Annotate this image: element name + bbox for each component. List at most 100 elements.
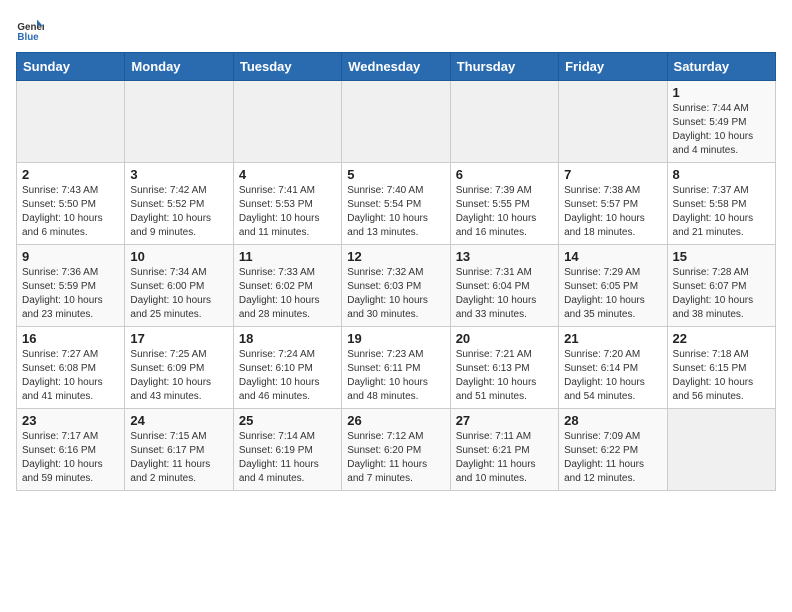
calendar-cell-5-2: 24Sunrise: 7:15 AM Sunset: 6:17 PM Dayli… [125,409,233,491]
day-number: 27 [456,413,553,428]
weekday-header-thursday: Thursday [450,53,558,81]
day-number: 11 [239,249,336,264]
day-number: 13 [456,249,553,264]
week-row-4: 16 Sunrise: 7:27 AM Sunset: 6:08 PM Dayli… [17,327,776,409]
weekday-header-wednesday: Wednesday [342,53,450,81]
day-number: 17 [130,331,227,346]
day-info: Sunrise: 7:37 AM Sunset: 5:58 PM Dayligh… [673,184,770,240]
calendar-cell-5-5: 27 Sunrise: 7:11 AM Sunset: 6:21 PM Dayli… [450,409,558,491]
day-info: Sunrise: 7:32 AM Sunset: 6:03 PM Dayligh… [347,266,444,322]
calendar-cell-1-3 [233,81,341,163]
calendar-cell-1-2 [125,81,233,163]
day-info: Sunrise: 7:33 AM Sunset: 6:02 PM Dayligh… [239,266,336,322]
day-info: Sunrise: 7:23 AM Sunset: 6:11 PM Dayligh… [347,348,444,404]
day-info: Sunrise: 7:21 AM Sunset: 6:13 PM Dayligh… [456,348,553,404]
calendar-cell-3-7: 15 Sunrise: 7:28 AM Sunset: 6:07 PM Dayli… [667,245,775,327]
day-number: 2 [22,167,119,182]
day-info: Sunrise: 7:14 AM Sunset: 6:19 PM Dayligh… [239,430,336,486]
svg-text:Blue: Blue [17,32,39,43]
day-number: 16 [22,331,119,346]
day-info: Sunrise: 7:24 AM Sunset: 6:10 PM Dayligh… [239,348,336,404]
calendar-cell-1-4 [342,81,450,163]
calendar-cell-1-1 [17,81,125,163]
calendar-cell-4-7: 22 Sunrise: 7:18 AM Sunset: 6:15 PM Dayli… [667,327,775,409]
day-number: 20 [456,331,553,346]
day-number: 19 [347,331,444,346]
calendar-cell-2-7: 8 Sunrise: 7:37 AM Sunset: 5:58 PM Daylig… [667,163,775,245]
day-number: 5 [347,167,444,182]
day-number: 25 [239,413,336,428]
day-number: 9 [22,249,119,264]
calendar-cell-1-6 [559,81,667,163]
day-number: 23 [22,413,119,428]
day-info: Sunrise: 7:31 AM Sunset: 6:04 PM Dayligh… [456,266,553,322]
weekday-header-tuesday: Tuesday [233,53,341,81]
calendar-cell-2-1: 2 Sunrise: 7:43 AM Sunset: 5:50 PM Daylig… [17,163,125,245]
day-number: 7 [564,167,661,182]
logo-icon: General Blue [16,16,44,44]
day-info: Sunrise: 7:39 AM Sunset: 5:55 PM Dayligh… [456,184,553,240]
day-info: Sunrise: 7:43 AM Sunset: 5:50 PM Dayligh… [22,184,119,240]
weekday-header-row: SundayMondayTuesdayWednesdayThursdayFrid… [17,53,776,81]
calendar-cell-1-5 [450,81,558,163]
day-number: 22 [673,331,770,346]
day-number: 18 [239,331,336,346]
calendar-cell-3-6: 14 Sunrise: 7:29 AM Sunset: 6:05 PM Dayli… [559,245,667,327]
week-row-5: 23Sunrise: 7:17 AM Sunset: 6:16 PM Dayli… [17,409,776,491]
calendar-cell-2-2: 3 Sunrise: 7:42 AM Sunset: 5:52 PM Daylig… [125,163,233,245]
day-info: Sunrise: 7:28 AM Sunset: 6:07 PM Dayligh… [673,266,770,322]
day-info: Sunrise: 7:20 AM Sunset: 6:14 PM Dayligh… [564,348,661,404]
calendar-cell-4-3: 18 Sunrise: 7:24 AM Sunset: 6:10 PM Dayli… [233,327,341,409]
calendar-cell-3-3: 11 Sunrise: 7:33 AM Sunset: 6:02 PM Dayli… [233,245,341,327]
weekday-header-sunday: Sunday [17,53,125,81]
day-number: 12 [347,249,444,264]
calendar-cell-5-7 [667,409,775,491]
weekday-header-friday: Friday [559,53,667,81]
day-info: Sunrise: 7:29 AM Sunset: 6:05 PM Dayligh… [564,266,661,322]
day-info: Sunrise: 7:36 AM Sunset: 5:59 PM Dayligh… [22,266,119,322]
calendar-cell-4-4: 19 Sunrise: 7:23 AM Sunset: 6:11 PM Dayli… [342,327,450,409]
calendar-cell-5-4: 26 Sunrise: 7:12 AM Sunset: 6:20 PM Dayli… [342,409,450,491]
calendar-cell-2-3: 4Sunrise: 7:41 AM Sunset: 5:53 PM Daylig… [233,163,341,245]
day-info: Sunrise: 7:09 AM Sunset: 6:22 PM Dayligh… [564,430,661,486]
day-number: 26 [347,413,444,428]
day-number: 10 [130,249,227,264]
day-info: Sunrise: 7:27 AM Sunset: 6:08 PM Dayligh… [22,348,119,404]
day-info: Sunrise: 7:18 AM Sunset: 6:15 PM Dayligh… [673,348,770,404]
day-number: 8 [673,167,770,182]
day-info: Sunrise: 7:44 AM Sunset: 5:49 PM Dayligh… [673,102,770,158]
day-number: 21 [564,331,661,346]
calendar-cell-3-2: 10Sunrise: 7:34 AM Sunset: 6:00 PM Dayli… [125,245,233,327]
calendar-cell-5-1: 23Sunrise: 7:17 AM Sunset: 6:16 PM Dayli… [17,409,125,491]
day-number: 1 [673,85,770,100]
calendar-cell-5-3: 25 Sunrise: 7:14 AM Sunset: 6:19 PM Dayli… [233,409,341,491]
day-number: 6 [456,167,553,182]
day-number: 3 [130,167,227,182]
calendar-table: SundayMondayTuesdayWednesdayThursdayFrid… [16,52,776,491]
weekday-header-saturday: Saturday [667,53,775,81]
day-info: Sunrise: 7:41 AM Sunset: 5:53 PM Dayligh… [239,184,336,240]
calendar-cell-4-2: 17 Sunrise: 7:25 AM Sunset: 6:09 PM Dayli… [125,327,233,409]
day-number: 24 [130,413,227,428]
calendar-cell-2-6: 7 Sunrise: 7:38 AM Sunset: 5:57 PM Daylig… [559,163,667,245]
calendar-cell-4-5: 20 Sunrise: 7:21 AM Sunset: 6:13 PM Dayli… [450,327,558,409]
day-info: Sunrise: 7:11 AM Sunset: 6:21 PM Dayligh… [456,430,553,486]
week-row-1: 1 Sunrise: 7:44 AM Sunset: 5:49 PM Daylig… [17,81,776,163]
calendar-cell-3-1: 9 Sunrise: 7:36 AM Sunset: 5:59 PM Daylig… [17,245,125,327]
day-number: 14 [564,249,661,264]
calendar-cell-4-1: 16 Sunrise: 7:27 AM Sunset: 6:08 PM Dayli… [17,327,125,409]
calendar-cell-5-6: 28 Sunrise: 7:09 AM Sunset: 6:22 PM Dayli… [559,409,667,491]
calendar-cell-3-5: 13 Sunrise: 7:31 AM Sunset: 6:04 PM Dayli… [450,245,558,327]
calendar-cell-4-6: 21 Sunrise: 7:20 AM Sunset: 6:14 PM Dayli… [559,327,667,409]
calendar-cell-3-4: 12 Sunrise: 7:32 AM Sunset: 6:03 PM Dayli… [342,245,450,327]
day-number: 28 [564,413,661,428]
day-info: Sunrise: 7:42 AM Sunset: 5:52 PM Dayligh… [130,184,227,240]
calendar-cell-1-7: 1 Sunrise: 7:44 AM Sunset: 5:49 PM Daylig… [667,81,775,163]
weekday-header-monday: Monday [125,53,233,81]
week-row-2: 2 Sunrise: 7:43 AM Sunset: 5:50 PM Daylig… [17,163,776,245]
day-number: 15 [673,249,770,264]
week-row-3: 9 Sunrise: 7:36 AM Sunset: 5:59 PM Daylig… [17,245,776,327]
day-info: Sunrise: 7:25 AM Sunset: 6:09 PM Dayligh… [130,348,227,404]
day-info: Sunrise: 7:38 AM Sunset: 5:57 PM Dayligh… [564,184,661,240]
day-info: Sunrise: 7:12 AM Sunset: 6:20 PM Dayligh… [347,430,444,486]
